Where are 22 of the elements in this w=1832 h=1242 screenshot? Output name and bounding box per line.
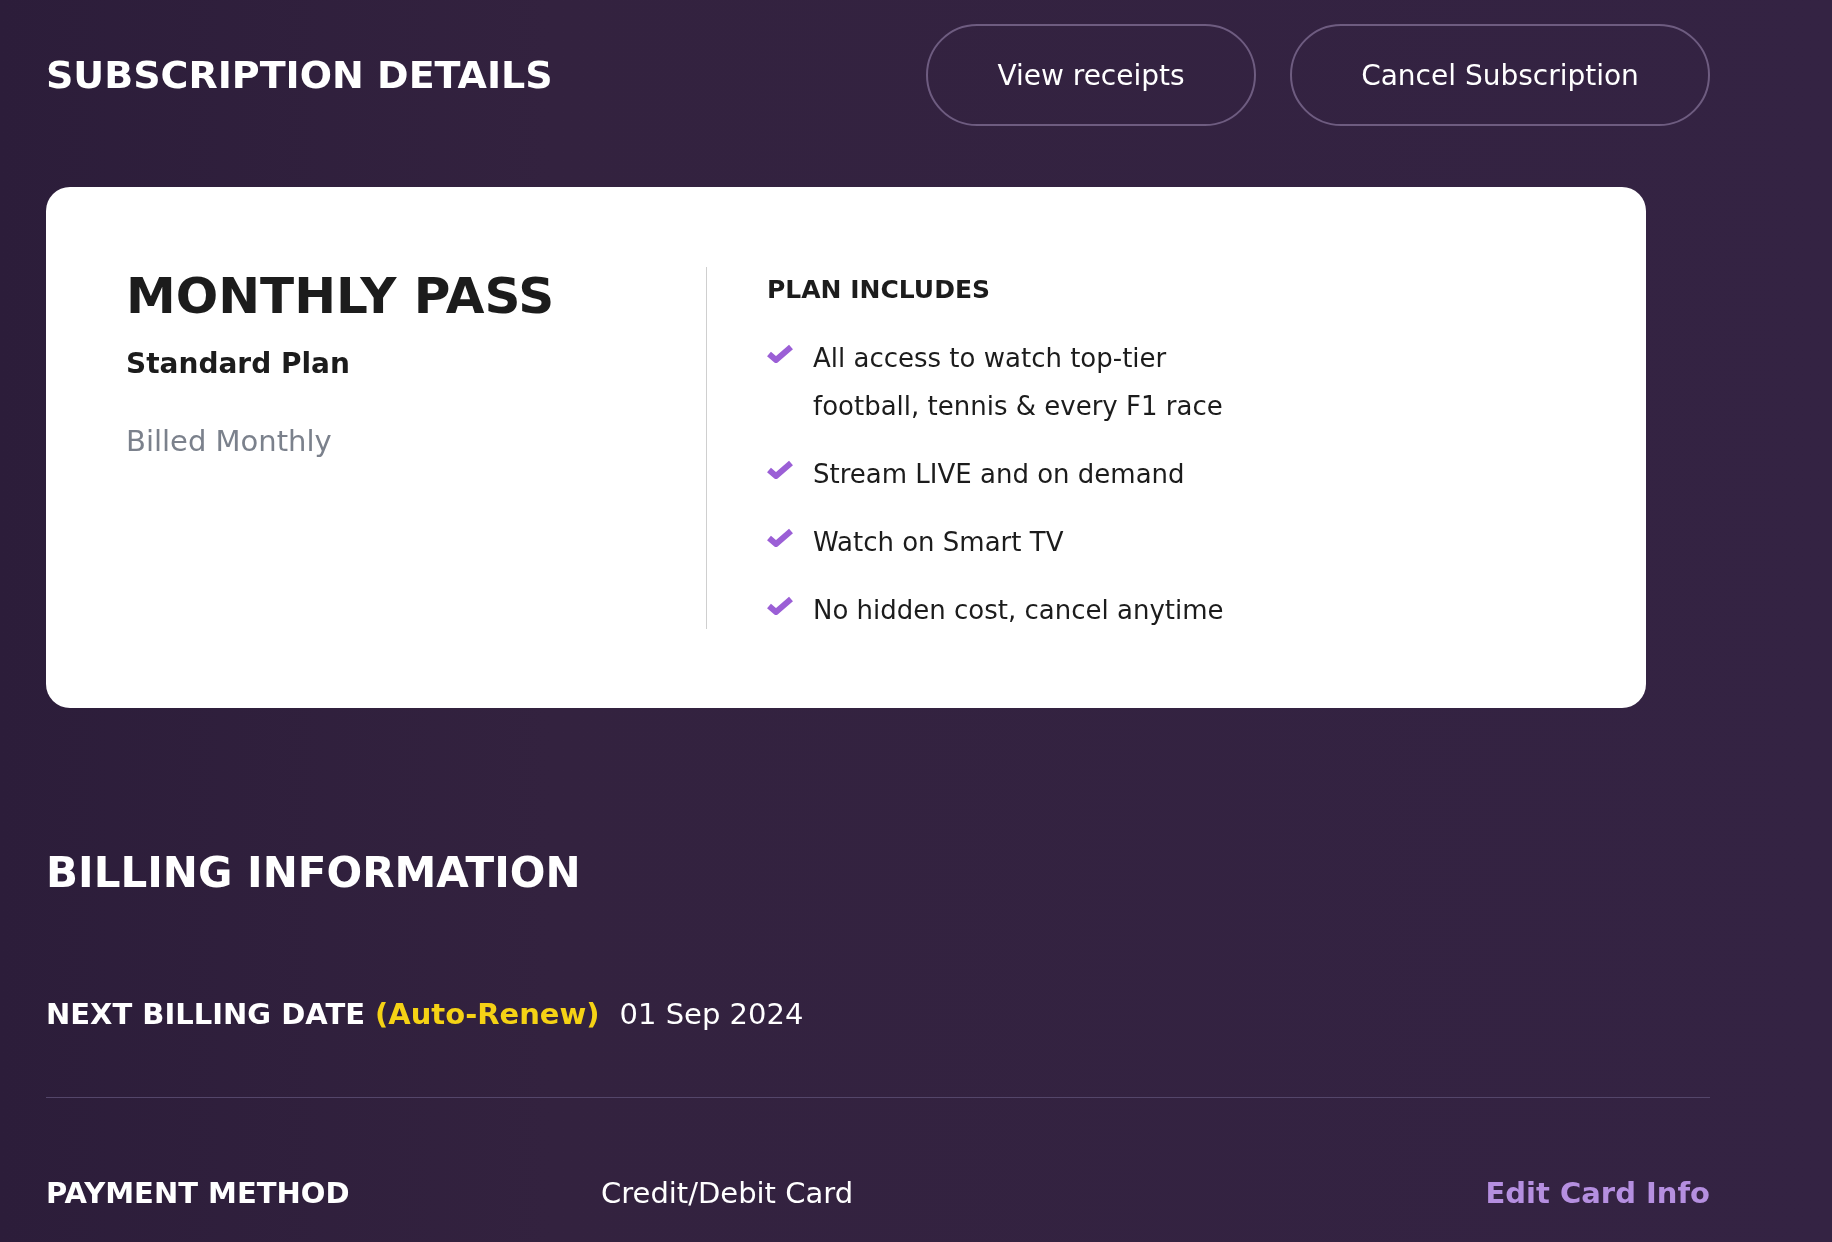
check-icon bbox=[767, 460, 793, 480]
field-label: PAYMENT METHOD bbox=[46, 1176, 351, 1210]
check-icon bbox=[767, 344, 793, 364]
section-title: SUBSCRIPTION DETAILS bbox=[46, 53, 553, 97]
auto-renew-note: (Auto-Renew) bbox=[375, 997, 600, 1031]
outline-button[interactable]: Cancel Subscription bbox=[1290, 24, 1710, 126]
section-title: BILLING INFORMATION bbox=[46, 848, 582, 897]
feature-text: All access to watch top-tier football, tennis & every F1 race bbox=[813, 342, 1224, 423]
check-icon bbox=[767, 596, 793, 616]
outline-button[interactable]: View receipts bbox=[926, 24, 1256, 126]
field-value: 01 Sep 2024 bbox=[619, 997, 804, 1031]
feature-text: Watch on Smart TV bbox=[813, 526, 1065, 559]
plan-name: MONTHLY PASS bbox=[126, 267, 556, 325]
field-label: NEXT BILLING DATE bbox=[46, 997, 365, 1031]
feature-text: No hidden cost, cancel anytime bbox=[813, 594, 1225, 627]
plan-subtitle: Standard Plan bbox=[126, 347, 351, 380]
check-icon bbox=[767, 528, 793, 548]
feature-text: Stream LIVE and on demand bbox=[813, 458, 1186, 491]
field-value: Credit/Debit Card bbox=[601, 1176, 854, 1210]
includes-heading: PLAN INCLUDES bbox=[767, 275, 991, 304]
edit-card-link[interactable]: Edit Card Info bbox=[1485, 1176, 1710, 1210]
billing-frequency: Billed Monthly bbox=[126, 424, 333, 458]
